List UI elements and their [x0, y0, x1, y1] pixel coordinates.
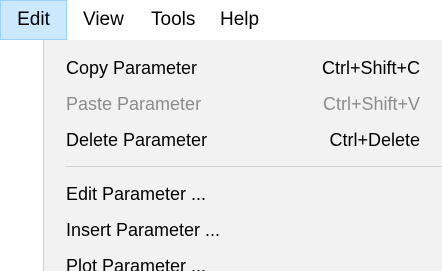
menu-item-shortcut: Ctrl+Shift+C [321, 57, 420, 78]
menu-item-label: Delete Parameter [66, 129, 208, 150]
menu-item-copy-parameter[interactable]: Copy Parameter Ctrl+Shift+C [44, 50, 442, 86]
menu-view[interactable]: View [75, 0, 132, 40]
menu-edit[interactable]: Edit [0, 0, 67, 40]
menu-item-paste-parameter: Paste Parameter Ctrl+Shift+V [44, 86, 442, 122]
menu-item-label: Insert Parameter ... [66, 219, 221, 240]
menu-item-insert-parameter[interactable]: Insert Parameter ... [44, 212, 442, 248]
menu-help[interactable]: Help [212, 0, 267, 40]
menu-item-delete-parameter[interactable]: Delete Parameter Ctrl+Delete [44, 122, 442, 158]
menu-item-shortcut: Ctrl+Shift+V [322, 93, 420, 114]
menu-item-label: Paste Parameter [66, 93, 202, 114]
menu-separator [66, 166, 442, 167]
menu-item-label: Edit Parameter ... [66, 183, 207, 204]
menu-tools[interactable]: Tools [143, 0, 203, 40]
edit-dropdown-menu: Copy Parameter Ctrl+Shift+C Paste Parame… [43, 40, 442, 271]
application-window: Edit View Tools Help Copy Parameter Ctrl… [0, 0, 442, 271]
menu-item-label: Copy Parameter [66, 57, 198, 78]
menu-item-plot-parameter[interactable]: Plot Parameter ... [44, 248, 442, 271]
menu-bar: Edit View Tools Help [0, 0, 442, 40]
menu-item-edit-parameter[interactable]: Edit Parameter ... [44, 176, 442, 212]
menu-item-label: Plot Parameter ... [66, 255, 207, 271]
menu-item-shortcut: Ctrl+Delete [329, 129, 420, 150]
